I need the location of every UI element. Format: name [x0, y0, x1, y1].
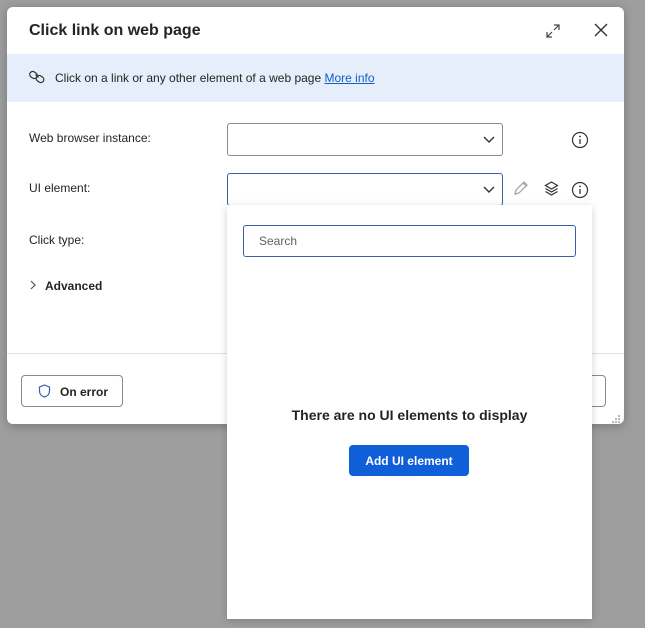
add-ui-element-button[interactable]: Add UI element [349, 445, 469, 476]
more-info-link[interactable]: More info [325, 71, 375, 85]
advanced-toggle[interactable]: Advanced [29, 279, 102, 293]
info-icon[interactable] [571, 131, 589, 149]
web-browser-instance-label: Web browser instance: [29, 131, 151, 145]
close-icon[interactable] [592, 21, 610, 39]
description-banner: Click on a link or any other element of … [7, 54, 624, 102]
resize-grip-icon[interactable] [611, 411, 621, 423]
ui-element-select[interactable] [227, 173, 503, 206]
info-icon[interactable] [571, 181, 589, 199]
shield-icon [38, 384, 51, 398]
pencil-icon [512, 179, 530, 197]
banner-description: Click on a link or any other element of … [55, 71, 322, 85]
web-browser-instance-select[interactable] [227, 123, 503, 156]
chevron-down-icon [482, 183, 496, 195]
chevron-down-icon [482, 133, 496, 145]
click-type-label: Click type: [29, 233, 85, 247]
link-icon [28, 69, 46, 85]
ui-element-label: UI element: [29, 181, 91, 195]
search-input[interactable] [243, 225, 576, 257]
layers-icon[interactable] [543, 180, 560, 197]
on-error-button[interactable]: On error [21, 375, 123, 407]
banner-text: Click on a link or any other element of … [55, 71, 375, 85]
ui-element-picker-dropdown: There are no UI elements to display Add … [227, 205, 592, 619]
on-error-label: On error [60, 385, 109, 399]
expand-icon[interactable] [545, 23, 561, 39]
empty-state-message: There are no UI elements to display [291, 407, 528, 423]
chevron-right-icon [29, 279, 39, 293]
dialog-title: Click link on web page [29, 22, 201, 39]
advanced-label: Advanced [45, 279, 103, 293]
